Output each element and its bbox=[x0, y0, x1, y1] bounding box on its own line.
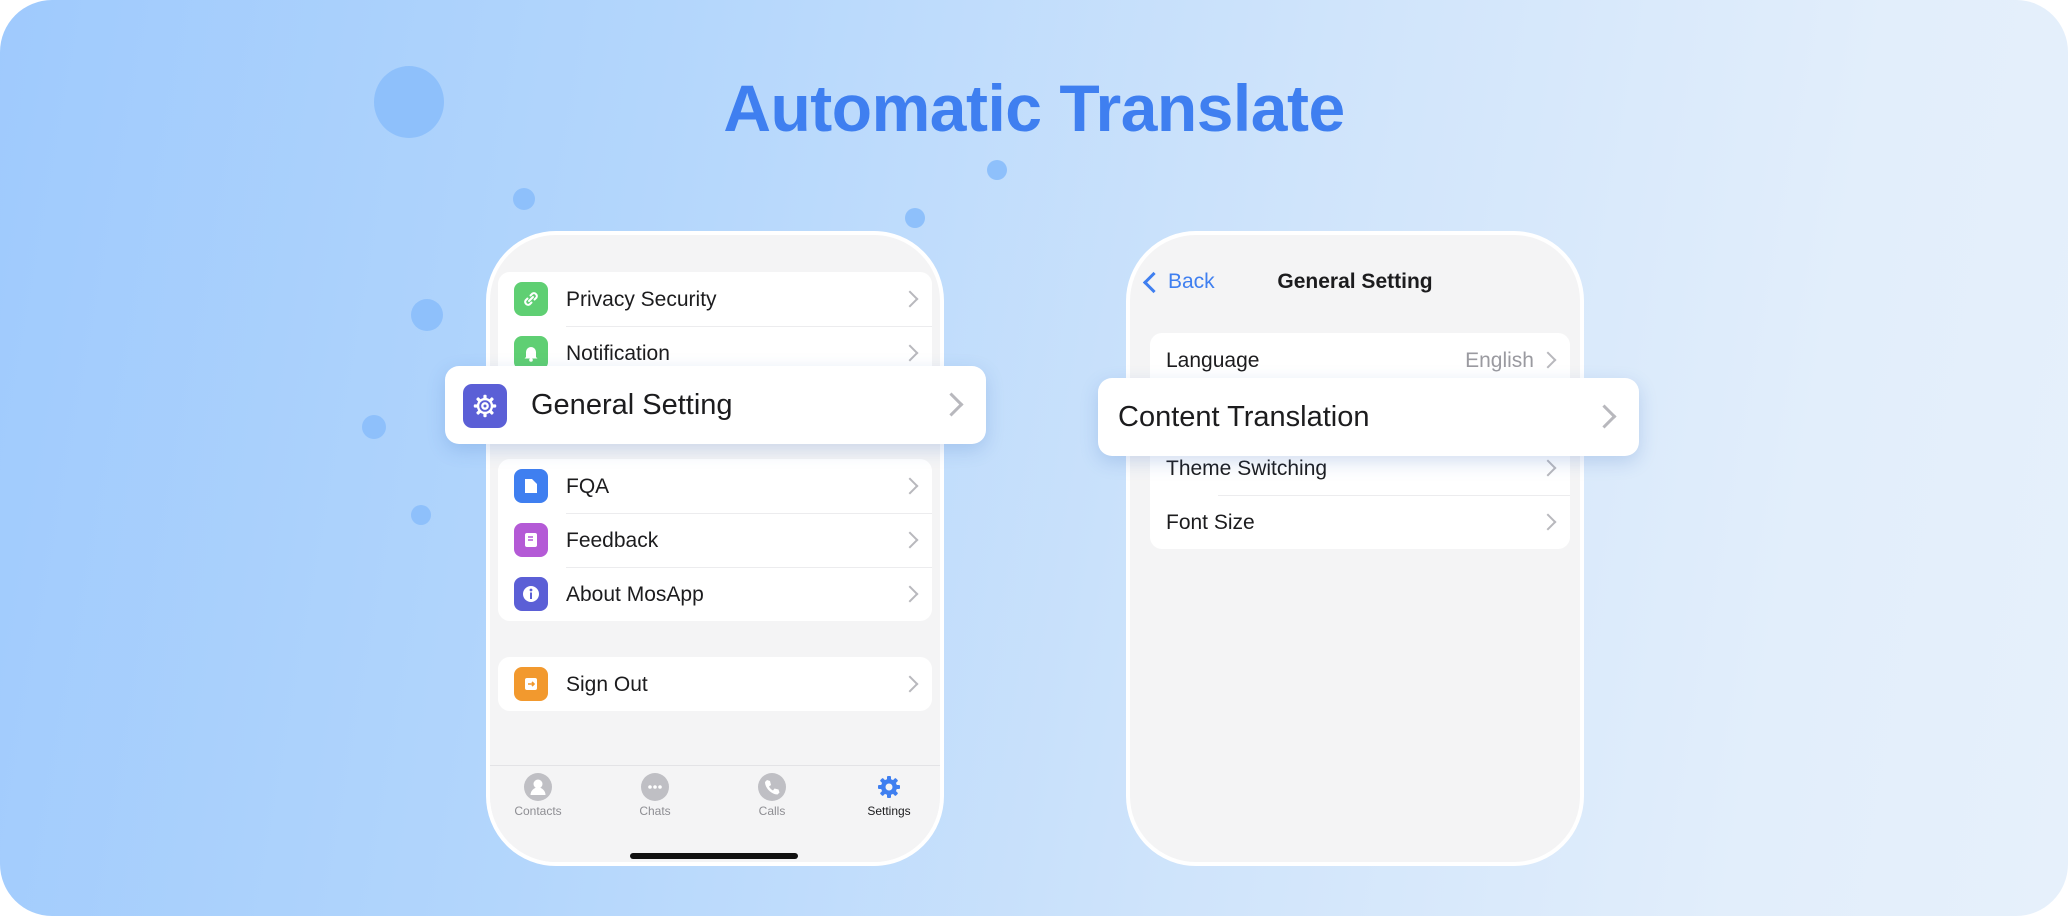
decor-bubble bbox=[411, 505, 431, 525]
info-icon bbox=[514, 577, 548, 611]
settings-group-bottom: Sign Out bbox=[498, 657, 932, 711]
tab-calls[interactable]: Calls bbox=[727, 773, 817, 818]
notification-label: Notification bbox=[566, 342, 670, 365]
general-setting-highlight[interactable]: General Setting bbox=[445, 366, 986, 444]
tab-chats-label: Chats bbox=[639, 804, 671, 818]
fqa-label: FQA bbox=[566, 475, 610, 498]
book-icon bbox=[514, 523, 548, 557]
decor-bubble bbox=[362, 415, 386, 439]
tab-chats[interactable]: Chats bbox=[610, 773, 700, 818]
fqa-row[interactable]: FQA bbox=[498, 459, 932, 513]
font-size-row[interactable]: Font Size bbox=[1150, 495, 1570, 549]
gear-icon bbox=[875, 773, 903, 801]
home-indicator bbox=[630, 853, 798, 859]
language-value: English bbox=[1465, 349, 1534, 372]
chevron-right-icon bbox=[901, 344, 919, 362]
chevron-right-icon bbox=[1539, 351, 1557, 369]
page-title: General Setting bbox=[1277, 270, 1433, 293]
tab-settings-label: Settings bbox=[867, 804, 911, 818]
chevron-right-icon bbox=[1539, 513, 1557, 531]
sign-out-row[interactable]: Sign Out bbox=[498, 657, 932, 711]
chevron-right-icon bbox=[901, 477, 919, 495]
general-setting-phone: Back General Setting Language English Th… bbox=[1126, 231, 1584, 866]
sign-out-label: Sign Out bbox=[566, 673, 648, 696]
privacy-security-row[interactable]: Privacy Security bbox=[498, 272, 932, 326]
font-size-label: Font Size bbox=[1166, 511, 1255, 534]
phone-icon bbox=[758, 773, 786, 801]
headline: Automatic Translate bbox=[723, 71, 1345, 145]
decor-bubble bbox=[905, 208, 925, 228]
about-label: About MosApp bbox=[566, 583, 704, 606]
tab-calls-label: Calls bbox=[758, 804, 786, 818]
chevron-right-icon bbox=[901, 290, 919, 308]
bell-icon bbox=[514, 336, 548, 370]
content-translation-label: Content Translation bbox=[1118, 401, 1370, 433]
folder-icon bbox=[514, 469, 548, 503]
chevron-right-icon bbox=[1539, 459, 1557, 477]
theme-switching-label: Theme Switching bbox=[1166, 457, 1328, 480]
chevron-right-icon bbox=[901, 675, 919, 693]
chevron-right-icon bbox=[901, 585, 919, 603]
content-translation-highlight[interactable]: Content Translation bbox=[1098, 378, 1639, 456]
decor-bubble bbox=[987, 160, 1007, 180]
decor-bubble bbox=[513, 188, 535, 210]
promo-canvas: Automatic Translate Privacy Security Not… bbox=[0, 0, 2068, 916]
tab-contacts-label: Contacts bbox=[514, 804, 562, 818]
about-row[interactable]: About MosApp bbox=[498, 567, 932, 621]
privacy-security-label: Privacy Security bbox=[566, 288, 717, 311]
chat-bubble-icon bbox=[641, 773, 669, 801]
chevron-right-icon bbox=[1592, 404, 1617, 429]
chevron-right-icon bbox=[939, 392, 964, 417]
tab-settings[interactable]: Settings bbox=[844, 773, 934, 818]
decor-bubble bbox=[411, 299, 443, 331]
exit-icon bbox=[514, 667, 548, 701]
tab-bar: Contacts Chats Calls Settings bbox=[490, 765, 940, 862]
settings-group-top: Privacy Security Notification bbox=[498, 272, 932, 380]
gear-icon bbox=[463, 384, 507, 428]
feedback-label: Feedback bbox=[566, 529, 659, 552]
chevron-right-icon bbox=[901, 531, 919, 549]
tab-contacts[interactable]: Contacts bbox=[493, 773, 583, 818]
decor-bubble bbox=[374, 66, 444, 138]
settings-group-middle: FQA Feedback About MosApp bbox=[498, 459, 932, 621]
language-label: Language bbox=[1166, 349, 1260, 372]
feedback-row[interactable]: Feedback bbox=[498, 513, 932, 567]
link-icon bbox=[514, 282, 548, 316]
nav-bar: Back General Setting bbox=[1130, 235, 1580, 315]
general-setting-label: General Setting bbox=[531, 389, 733, 421]
person-icon bbox=[524, 773, 552, 801]
settings-phone: Privacy Security Notification FQA Feedba… bbox=[486, 231, 944, 866]
